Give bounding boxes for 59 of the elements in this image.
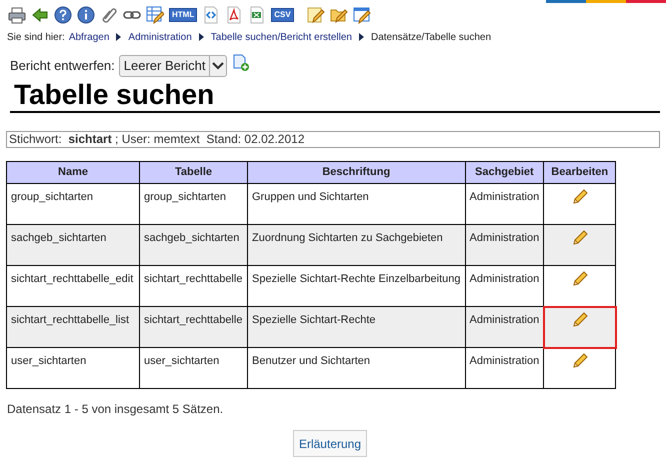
- back-arrow-icon[interactable]: [31, 6, 49, 24]
- pencil-icon[interactable]: [570, 229, 589, 247]
- table-cell: Administration: [465, 306, 544, 348]
- spreadsheet-file-icon[interactable]: [248, 6, 266, 24]
- table-cell: Administration: [465, 348, 544, 388]
- pencil-icon[interactable]: [570, 352, 589, 370]
- table-cell: user_sichtarten: [140, 348, 248, 388]
- table-cell: user_sichtarten: [6, 348, 140, 388]
- file-format-icon[interactable]: CSV: [271, 8, 294, 22]
- table-cell: sichtart_rechttabelle: [140, 306, 248, 348]
- report-label: Bericht entwerfen:: [10, 57, 115, 76]
- column-header: Name: [6, 162, 140, 184]
- breadcrumb-link[interactable]: Tabelle suchen/Bericht erstellen: [210, 30, 352, 44]
- pencil-icon[interactable]: [570, 188, 589, 206]
- column-header: Beschriftung: [248, 162, 466, 184]
- pencil-icon[interactable]: [570, 270, 589, 288]
- table-cell: Spezielle Sichtart-Rechte: [248, 306, 466, 348]
- printer-icon[interactable]: [8, 6, 26, 24]
- table-cell: group_sichtarten: [6, 184, 140, 224]
- column-header: Tabelle: [140, 162, 248, 184]
- table-cell: Administration: [465, 266, 544, 306]
- table-cell: sichtart_rechttabelle_edit: [6, 266, 140, 306]
- column-header: Sachgebiet: [465, 162, 544, 184]
- table-cell: Zuordnung Sichtarten zu Sachgebieten: [248, 224, 466, 266]
- breadcrumb-current: Datensätze/Tabelle suchen: [370, 30, 492, 44]
- explanation-button[interactable]: Erläuterung: [292, 430, 368, 457]
- breadcrumb-arrow-icon: [198, 33, 204, 41]
- table-cell: sachgeb_sichtarten: [6, 224, 140, 266]
- table-cell: Administration: [465, 224, 544, 266]
- breadcrumb-label: Sie sind hier:: [7, 30, 65, 44]
- table-cell: group_sichtarten: [140, 184, 248, 224]
- table-cell: sichtart_rechttabelle: [140, 266, 248, 306]
- report-select[interactable]: Leerer Bericht: [118, 55, 228, 77]
- column-header: Bearbeiten: [544, 162, 616, 184]
- record-summary: Datensatz 1 - 5 von insgesamt 5 Sätzen.: [7, 401, 224, 418]
- paperclip-icon[interactable]: [100, 6, 118, 24]
- table-cell: Gruppen und Sichtarten: [248, 184, 466, 224]
- new-document-icon[interactable]: [233, 54, 250, 72]
- breadcrumb-arrow-icon: [116, 33, 122, 41]
- table-pencil-icon[interactable]: [146, 6, 164, 24]
- breadcrumb-link[interactable]: Abfragen: [68, 30, 110, 44]
- table-cell: sichtart_rechttabelle_list: [6, 306, 140, 348]
- note-pencil-icon[interactable]: [306, 6, 325, 24]
- table-cell: Benutzer und Sichtarten: [248, 348, 466, 388]
- breadcrumb-link[interactable]: Administration: [128, 30, 192, 44]
- table-cell: Spezielle Sichtart-Rechte Einzelbarbeitung: [248, 266, 466, 306]
- help-icon[interactable]: [54, 6, 72, 24]
- code-file-icon[interactable]: [202, 6, 220, 24]
- page-title: Tabelle suchen: [10, 79, 660, 113]
- table-cell: Administration: [465, 184, 544, 224]
- window-pencil-icon[interactable]: [352, 6, 371, 24]
- pdf-file-icon[interactable]: [225, 6, 244, 24]
- file-format-icon[interactable]: HTML: [169, 8, 198, 22]
- breadcrumb-arrow-icon: [358, 33, 364, 41]
- info-icon[interactable]: [77, 6, 95, 24]
- table-cell: sachgeb_sichtarten: [140, 224, 248, 266]
- pencil-icon[interactable]: [570, 311, 589, 329]
- search-info-bar: Stichwort: sichtart ; User: memtext Stand: 02.02.2012: [6, 131, 660, 148]
- chevron-down-icon: [211, 61, 226, 71]
